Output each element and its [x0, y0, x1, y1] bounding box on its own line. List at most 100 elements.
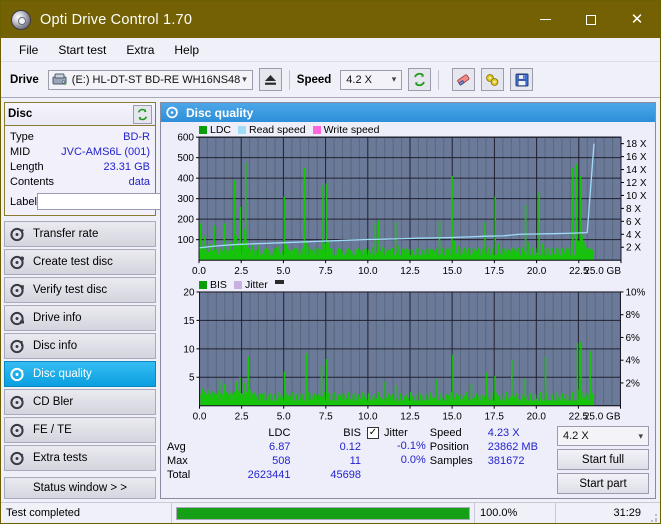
charts-area: LDC Read speed Write speed 100 200 300 4…: [161, 122, 655, 424]
stats-header-row: LDC BIS: [167, 426, 367, 440]
sidebar-label: Disc quality: [33, 368, 92, 380]
sidebar-item-transfer-rate[interactable]: Transfer rate: [4, 221, 156, 247]
progress-percent: 100.0%: [474, 503, 556, 523]
sidebar-item-verify-test-disc[interactable]: Verify test disc: [4, 277, 156, 303]
menu-start-test[interactable]: Start test: [49, 41, 115, 59]
svg-text:600: 600: [177, 133, 194, 144]
svg-text:6%: 6%: [625, 333, 640, 344]
jitter-group: ✓ Jitter -0.1% 0.0%: [367, 426, 430, 468]
fe-te-icon: [10, 423, 24, 437]
chevron-down-icon: ▾: [391, 74, 397, 84]
progress-bar: [176, 506, 470, 520]
disc-label-row: Label: [10, 192, 240, 211]
sidebar-label: Create test disc: [33, 256, 113, 268]
svg-text:25.0 GB: 25.0 GB: [584, 266, 621, 277]
legend-label: BIS: [210, 279, 227, 292]
speed-select[interactable]: 4.2 X ▾: [340, 69, 403, 90]
disc-panel-title: Disc: [8, 108, 33, 120]
sidebar-item-create-test-disc[interactable]: Create test disc: [4, 249, 156, 275]
test-speed-select[interactable]: 4.2 X ▾: [557, 426, 649, 446]
svg-text:100: 100: [177, 235, 194, 246]
drive-label: Drive: [10, 73, 39, 86]
drive-select[interactable]: (E:) HL-DT-ST BD-RE WH16NS48 1.D3 ▾: [47, 69, 253, 90]
stats-total-bis: 45698: [330, 469, 361, 481]
svg-text:18 X: 18 X: [626, 139, 647, 150]
sidebar-item-cd-bler[interactable]: CD Bler: [4, 389, 156, 415]
panel-title: Disc quality: [186, 105, 254, 120]
status-window-button[interactable]: Status window > >: [4, 477, 156, 499]
erase-button[interactable]: [452, 68, 476, 91]
svg-text:500: 500: [177, 153, 194, 164]
stats-row-total: Total 2623441 45698: [167, 468, 367, 482]
sidebar-item-disc-info[interactable]: Disc info: [4, 333, 156, 359]
svg-text:10 X: 10 X: [626, 191, 647, 202]
svg-text:10.0: 10.0: [358, 266, 378, 277]
sidebar-item-fe-te[interactable]: FE / TE: [4, 417, 156, 443]
legend-ldc: LDC: [199, 124, 231, 136]
ldc-plot-svg: 100 200 300 400 500 600 2 X 4 X 6 X 8 X 10 X 12 X 14…: [177, 133, 647, 278]
legend-label: Read speed: [249, 124, 306, 136]
disc-row-mid: MID JVC-AMS6L (001): [10, 144, 150, 159]
disc-row-contents: Contents data: [10, 174, 150, 189]
stats-max-bis: 11: [349, 455, 361, 467]
bis-plot-svg: 5 10 15 20 2% 4% 6% 8% 10% 0.0 2.5 5.0 7.5 10.0 12.5 15…: [183, 288, 645, 423]
svg-text:25.0 GB: 25.0 GB: [584, 412, 621, 423]
disc-info-panel: Disc Type BD-R MID JVC-AMS6L (001) Lengt…: [4, 102, 240, 216]
samples-key: Samples: [429, 455, 473, 467]
save-icon: [515, 73, 529, 86]
sidebar-item-disc-quality[interactable]: Disc quality: [4, 361, 156, 387]
svg-text:16 X: 16 X: [626, 152, 647, 163]
disc-info-icon: [10, 339, 24, 353]
svg-text:0.0: 0.0: [193, 412, 207, 423]
refresh-button[interactable]: [408, 68, 432, 91]
panel-header: Disc quality: [161, 103, 655, 122]
speed-measured-value: 4.23 X: [487, 427, 520, 439]
sidebar-label: Disc info: [33, 340, 78, 352]
close-icon[interactable]: ✕: [614, 1, 660, 38]
disc-contents-label: Contents: [10, 175, 55, 188]
drive-icon: [52, 73, 67, 85]
disc-verify-icon: [10, 283, 24, 297]
disc-contents-value: data: [128, 175, 150, 188]
disc-mid-label: MID: [10, 145, 31, 158]
start-part-button[interactable]: Start part: [557, 473, 649, 494]
save-button[interactable]: [510, 68, 534, 91]
jitter-checkbox[interactable]: ✓: [367, 427, 379, 439]
resize-grip-icon[interactable]: [646, 509, 660, 523]
legend-label: Write speed: [323, 124, 380, 136]
refresh-icon: [414, 72, 426, 87]
svg-text:10.0: 10.0: [358, 412, 378, 423]
menu-file[interactable]: File: [10, 41, 47, 59]
stats-max-ldc: 508: [272, 455, 291, 467]
cd-bler-icon: [10, 395, 24, 409]
eject-button[interactable]: [258, 68, 282, 91]
disc-refresh-button[interactable]: [133, 104, 152, 124]
sidebar-item-drive-info[interactable]: Drive info: [4, 305, 156, 331]
drive-info-icon: [10, 311, 24, 325]
legend-swatch-jitter: [233, 281, 242, 290]
legend-read-speed: Read speed: [238, 124, 306, 136]
svg-text:7.5: 7.5: [319, 412, 333, 423]
svg-text:2 X: 2 X: [626, 243, 641, 254]
maximize-icon[interactable]: [568, 1, 614, 38]
extra-tests-icon: [10, 451, 24, 465]
menu-extra[interactable]: Extra: [117, 41, 163, 59]
start-full-button[interactable]: Start full: [557, 449, 649, 470]
stats-header-ldc: LDC: [268, 427, 291, 439]
legend-swatch-extra: [274, 280, 284, 285]
stats-table: LDC BIS Avg 6.87 0.12 Max 508 11 Total 2…: [167, 426, 367, 482]
sidebar-item-extra-tests[interactable]: Extra tests: [4, 445, 156, 471]
stats-total-ldc: 2623441: [247, 469, 291, 481]
disc-burn-icon: [10, 255, 24, 269]
jitter-label: Jitter: [384, 427, 408, 439]
status-message: Test completed: [1, 503, 172, 523]
svg-text:2.5: 2.5: [235, 412, 249, 423]
menu-help[interactable]: Help: [165, 41, 208, 59]
sidebar-label: Transfer rate: [33, 228, 99, 240]
stats-avg-bis: 0.12: [339, 441, 361, 453]
legend-write-speed: Write speed: [312, 124, 380, 136]
main-body: Disc Type BD-R MID JVC-AMS6L (001) Lengt…: [1, 98, 660, 502]
minimize-icon[interactable]: [522, 1, 568, 38]
svg-text:17.5: 17.5: [485, 266, 505, 277]
tools-button[interactable]: [481, 68, 505, 91]
